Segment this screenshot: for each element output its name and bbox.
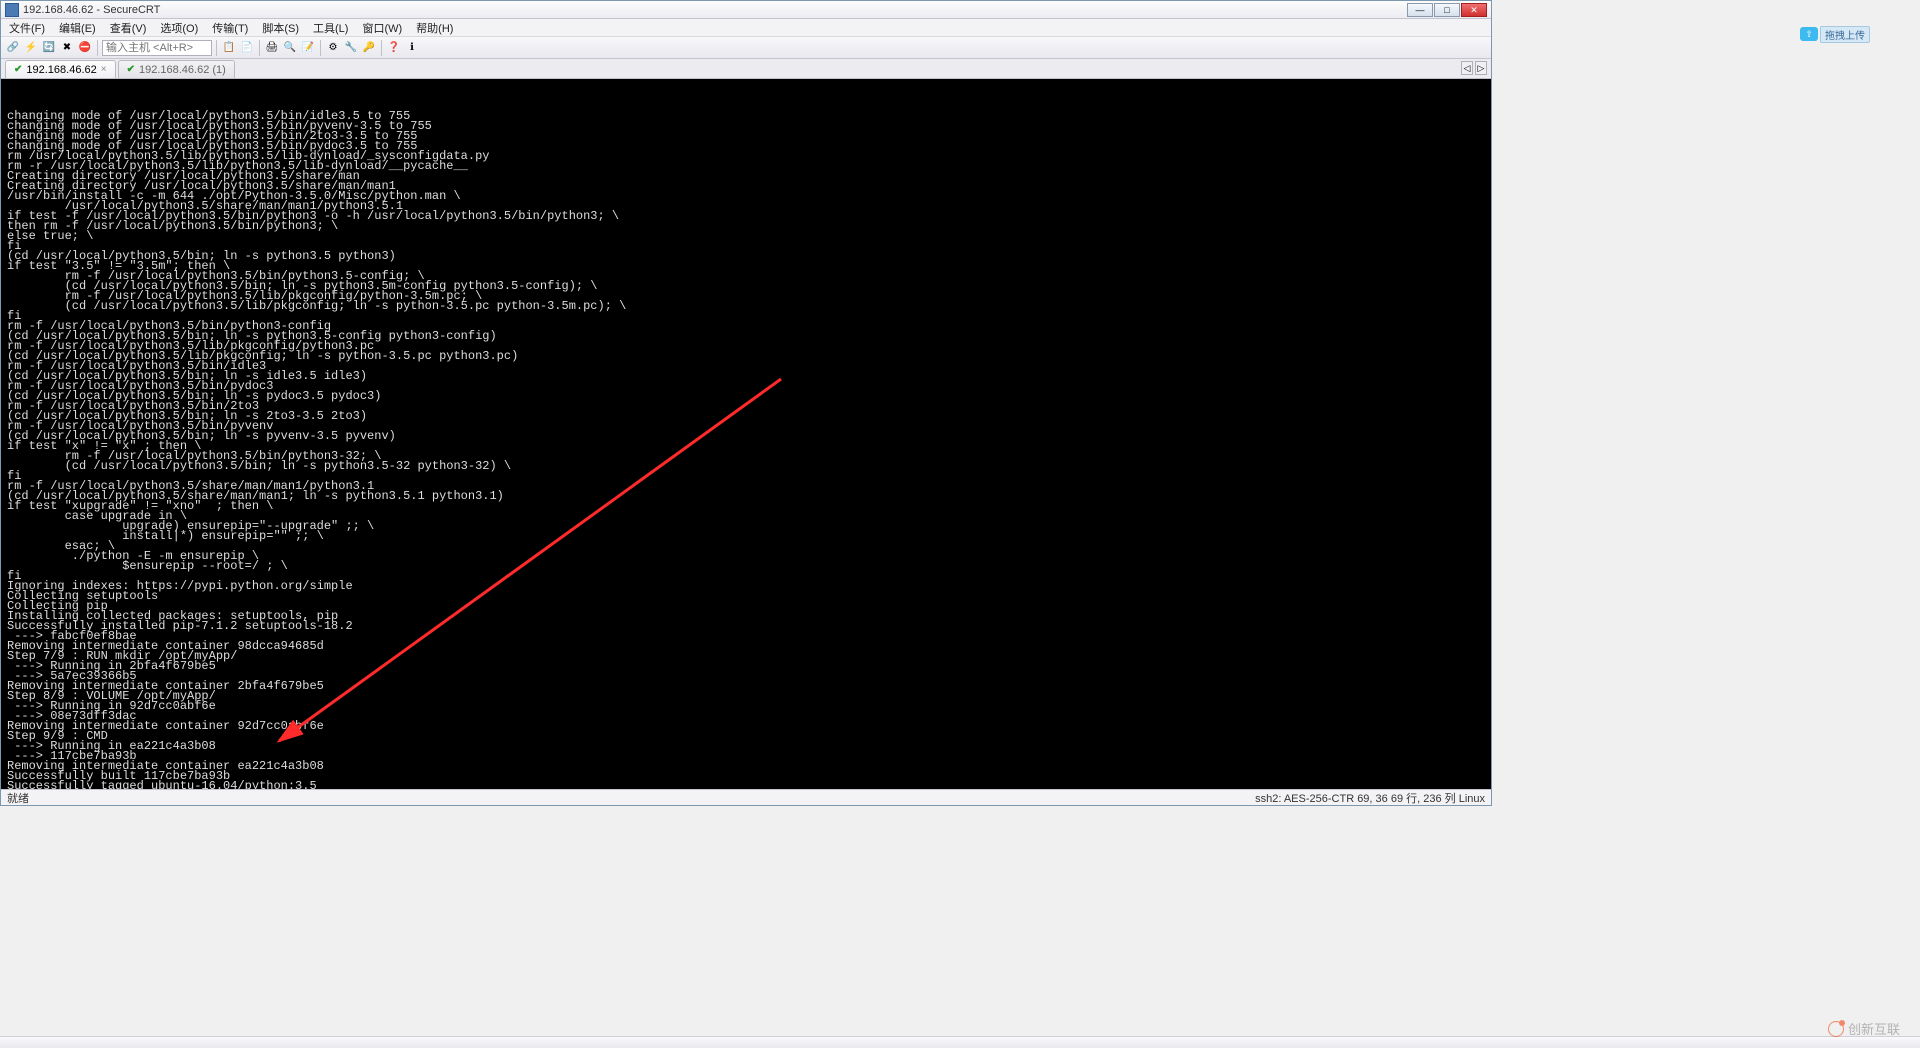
terminal-line: Successfully installed pip-7.1.2 setupto… [7, 621, 1485, 631]
terminal-line: if test "xupgrade" != "xno" ; then \ [7, 501, 1485, 511]
tab-strip: ✔ 192.168.46.62 × ✔ 192.168.46.62 (1) ◁ … [1, 59, 1491, 79]
print-icon[interactable]: 🖨 [264, 40, 280, 56]
tab-status-icon: ✔ [127, 64, 135, 75]
tab-inactive[interactable]: ✔ 192.168.46.62 (1) [118, 60, 235, 78]
menu-window[interactable]: 窗口(W) [356, 20, 408, 36]
terminal-line: $ensurepip --root=/ ; \ [7, 561, 1485, 571]
key-icon[interactable]: 🔑 [361, 40, 377, 56]
securecrt-window: 192.168.46.62 - SecureCRT — □ ✕ 文件(F) 编辑… [0, 0, 1492, 806]
tab-label: 192.168.46.62 [26, 64, 96, 76]
status-left: 就绪 [7, 790, 29, 806]
terminal-line: Successfully tagged ubuntu-16.04/python:… [7, 781, 1485, 789]
tab-prev-icon[interactable]: ◁ [1461, 61, 1473, 75]
tab-label: 192.168.46.62 (1) [139, 64, 226, 76]
watermark-logo-icon [1828, 1021, 1844, 1037]
session-options-icon[interactable]: ⚙ [325, 40, 341, 56]
about-icon[interactable]: ℹ [404, 40, 420, 56]
upload-widget[interactable]: ⇧ 拖拽上传 [1800, 26, 1870, 42]
menu-file[interactable]: 文件(F) [3, 20, 51, 36]
minimize-button[interactable]: — [1407, 3, 1433, 17]
terminal-line: (cd /usr/local/python3.5/bin; ln -s pyve… [7, 431, 1485, 441]
tab-next-icon[interactable]: ▷ [1475, 61, 1487, 75]
watermark-text: 创新互联 [1848, 1019, 1900, 1038]
tab-close-icon[interactable]: × [101, 64, 107, 75]
title-bar[interactable]: 192.168.46.62 - SecureCRT — □ ✕ [1, 1, 1491, 19]
tab-active[interactable]: ✔ 192.168.46.62 × [5, 60, 116, 78]
disconnect-all-icon[interactable]: ⛔ [77, 40, 93, 56]
tab-status-icon: ✔ [14, 64, 22, 75]
log-icon[interactable]: 📝 [300, 40, 316, 56]
status-bar: 就绪 ssh2: AES-256-CTR 69, 36 69 行, 236 列 … [1, 789, 1491, 805]
watermark: 创新互联 [1828, 1019, 1900, 1038]
host-input[interactable] [102, 40, 212, 56]
status-right: ssh2: AES-256-CTR 69, 36 69 行, 236 列 Lin… [1255, 790, 1485, 806]
terminal-line: (cd /usr/local/python3.5/bin; ln -s pyth… [7, 461, 1485, 471]
terminal-line: ---> Running in ea221c4a3b08 [7, 741, 1485, 751]
connect-icon[interactable]: 🔗 [5, 40, 21, 56]
help-icon[interactable]: ❓ [386, 40, 402, 56]
reconnect-icon[interactable]: 🔄 [41, 40, 57, 56]
close-button[interactable]: ✕ [1461, 3, 1487, 17]
menu-edit[interactable]: 编辑(E) [53, 20, 102, 36]
upload-icon: ⇧ [1800, 27, 1818, 41]
menu-tools[interactable]: 工具(L) [307, 20, 354, 36]
menu-script[interactable]: 脚本(S) [256, 20, 305, 36]
menu-options[interactable]: 选项(O) [154, 20, 204, 36]
maximize-button[interactable]: □ [1434, 3, 1460, 17]
quick-connect-icon[interactable]: ⚡ [23, 40, 39, 56]
terminal-output[interactable]: changing mode of /usr/local/python3.5/bi… [1, 79, 1491, 789]
paste-icon[interactable]: 📄 [239, 40, 255, 56]
terminal-line: (cd /usr/local/python3.5/lib/pkgconfig; … [7, 301, 1485, 311]
app-icon [5, 3, 19, 17]
terminal-line: Removing intermediate container 92d7cc0a… [7, 721, 1485, 731]
terminal-line: install|*) ensurepip="" ;; \ [7, 531, 1485, 541]
find-icon[interactable]: 🔍 [282, 40, 298, 56]
taskbar [0, 1036, 1920, 1048]
menu-help[interactable]: 帮助(H) [410, 20, 459, 36]
terminal-line: then rm -f /usr/local/python3.5/bin/pyth… [7, 221, 1485, 231]
toolbar: 🔗 ⚡ 🔄 ✖ ⛔ 📋 📄 🖨 🔍 📝 ⚙ 🔧 🔑 ❓ ℹ [1, 37, 1491, 59]
terminal-line: Ignoring indexes: https://pypi.python.or… [7, 581, 1485, 591]
menu-transfer[interactable]: 传输(T) [206, 20, 254, 36]
terminal-line: Step 7/9 : RUN mkdir /opt/myApp/ [7, 651, 1485, 661]
window-title: 192.168.46.62 - SecureCRT [23, 4, 160, 16]
global-options-icon[interactable]: 🔧 [343, 40, 359, 56]
upload-label: 拖拽上传 [1820, 26, 1870, 43]
menu-view[interactable]: 查看(V) [104, 20, 153, 36]
menu-bar: 文件(F) 编辑(E) 查看(V) 选项(O) 传输(T) 脚本(S) 工具(L… [1, 19, 1491, 37]
copy-icon[interactable]: 📋 [221, 40, 237, 56]
terminal-line: ---> Running in 92d7cc0abf6e [7, 701, 1485, 711]
terminal-line: Removing intermediate container 2bfa4f67… [7, 681, 1485, 691]
disconnect-icon[interactable]: ✖ [59, 40, 75, 56]
